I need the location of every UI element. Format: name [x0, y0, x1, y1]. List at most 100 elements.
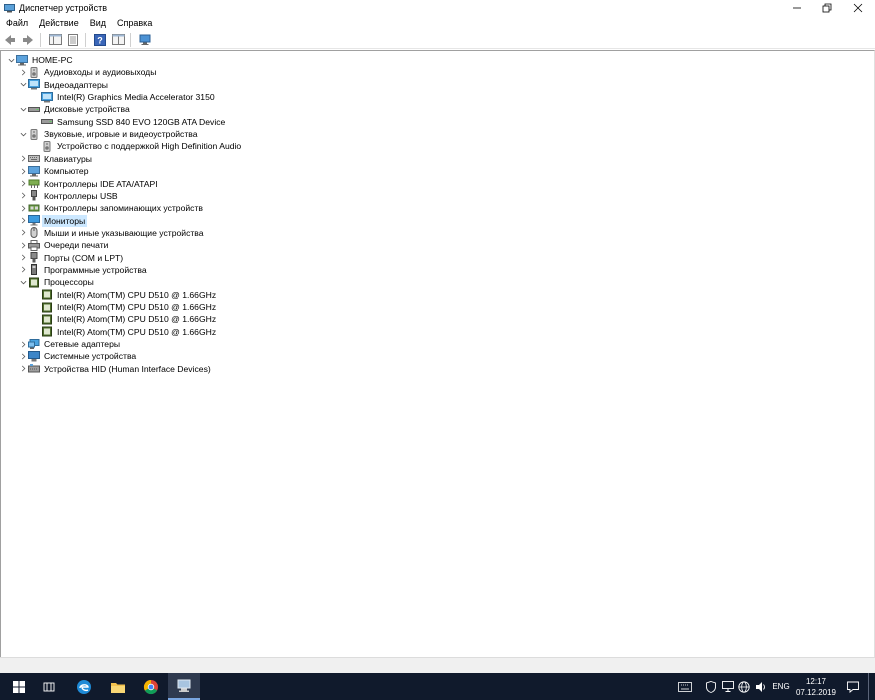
- monitor-icon: [722, 681, 734, 692]
- taskbar-device-manager[interactable]: [168, 673, 200, 700]
- computer-icon: [16, 54, 28, 66]
- tray-volume[interactable]: [753, 673, 769, 700]
- chevron-right-icon[interactable]: [18, 178, 28, 190]
- tree-category[interactable]: Очереди печати: [18, 239, 110, 251]
- task-view-button[interactable]: [38, 673, 60, 700]
- edge-icon: [77, 679, 91, 694]
- arrow-left-icon: [5, 34, 15, 45]
- tree-category[interactable]: Компьютер: [18, 165, 90, 177]
- start-button[interactable]: [8, 673, 30, 700]
- chevron-right-icon[interactable]: [18, 252, 28, 264]
- tree-item-label: Контроллеры IDE ATA/ATAPI: [44, 178, 158, 189]
- tree-device[interactable]: Устройство с поддержкой High Definition …: [31, 140, 243, 152]
- show-hide-console-tree-button[interactable]: [47, 32, 63, 48]
- tray-network[interactable]: [736, 673, 752, 700]
- tree-category[interactable]: Контроллеры USB: [18, 190, 120, 202]
- tree-category[interactable]: Процессоры: [18, 276, 96, 288]
- taskbar-edge[interactable]: [72, 673, 96, 700]
- tree-category[interactable]: Устройства HID (Human Interface Devices): [18, 363, 213, 375]
- chevron-right-icon[interactable]: [18, 350, 28, 362]
- chevron-right-icon[interactable]: [18, 239, 28, 251]
- chevron-right-icon[interactable]: [18, 165, 28, 177]
- status-bar: [0, 657, 875, 673]
- tree-category[interactable]: Контроллеры IDE ATA/ATAPI: [18, 178, 160, 190]
- minimize-button[interactable]: [782, 0, 812, 16]
- restore-button[interactable]: [812, 0, 842, 16]
- chevron-down-icon[interactable]: [18, 128, 28, 140]
- chevron-right-icon[interactable]: [18, 338, 28, 350]
- tree-device[interactable]: Intel(R) Atom(TM) CPU D510 @ 1.66GHz: [31, 326, 218, 338]
- taskbar-file-explorer[interactable]: [106, 673, 130, 700]
- chevron-right-icon[interactable]: [18, 363, 28, 375]
- view-details-button[interactable]: [110, 32, 126, 48]
- mouse-icon: [28, 227, 40, 239]
- show-desktop-button[interactable]: [868, 673, 873, 700]
- menu-view[interactable]: Вид: [84, 18, 111, 28]
- tree-item-label: Samsung SSD 840 EVO 120GB ATA Device: [57, 116, 226, 127]
- chevron-right-icon[interactable]: [18, 227, 28, 239]
- menu-action[interactable]: Действие: [33, 18, 84, 28]
- tree-item-label: Компьютер: [44, 166, 89, 177]
- tree-category[interactable]: Мониторы: [18, 214, 88, 227]
- tree-item-label: Устройства HID (Human Interface Devices): [44, 363, 211, 374]
- tree-item-label: Устройство с поддержкой High Definition …: [57, 141, 242, 152]
- tree-category[interactable]: Клавиатуры: [18, 153, 94, 165]
- tree-item-label: Видеоадаптеры: [44, 79, 108, 90]
- display-adapter-icon: [28, 79, 40, 90]
- minimize-icon: [793, 7, 801, 9]
- chevron-down-icon[interactable]: [18, 79, 28, 91]
- action-center-button[interactable]: [845, 673, 861, 700]
- tree-category[interactable]: Мыши и иные указывающие устройства: [18, 227, 206, 239]
- tray-display[interactable]: [720, 673, 736, 700]
- tree-device[interactable]: Intel(R) Atom(TM) CPU D510 @ 1.66GHz: [31, 301, 218, 313]
- chevron-right-icon[interactable]: [18, 264, 28, 276]
- tree-device[interactable]: Samsung SSD 840 EVO 120GB ATA Device: [31, 116, 227, 128]
- chevron-right-icon[interactable]: [18, 215, 28, 227]
- tree-category[interactable]: Аудиовходы и аудиовыходы: [18, 66, 158, 78]
- tree-root[interactable]: HOME-PC: [6, 54, 75, 66]
- tree-item-label: Контроллеры USB: [44, 190, 118, 201]
- chevron-right-icon[interactable]: [18, 153, 28, 165]
- system-device-icon: [28, 350, 40, 362]
- chevron-right-icon[interactable]: [18, 190, 28, 202]
- chevron-down-icon[interactable]: [6, 54, 16, 66]
- chevron-right-icon[interactable]: [18, 66, 28, 78]
- chevron-down-icon[interactable]: [18, 276, 28, 288]
- tree-device[interactable]: Intel(R) Atom(TM) CPU D510 @ 1.66GHz: [31, 313, 218, 325]
- tree-category[interactable]: Видеоадаптеры: [18, 79, 110, 91]
- chevron-right-icon[interactable]: [18, 202, 28, 214]
- taskbar: ENG 12:17 07.12.2019: [0, 673, 875, 700]
- taskbar-chrome[interactable]: [139, 673, 163, 700]
- menu-help[interactable]: Справка: [111, 18, 157, 28]
- tree-category[interactable]: Звуковые, игровые и видеоустройства: [18, 128, 200, 140]
- tray-defender[interactable]: [703, 673, 719, 700]
- properties-button[interactable]: [65, 32, 81, 48]
- tree-item-label: Мониторы: [42, 214, 88, 227]
- details-view-icon: [111, 34, 125, 45]
- menu-file[interactable]: Файл: [0, 18, 33, 28]
- tree-category[interactable]: Сетевые адаптеры: [18, 338, 122, 350]
- tray-keyboard[interactable]: [676, 673, 694, 700]
- hid-icon: [28, 363, 40, 374]
- tree-device[interactable]: Intel(R) Graphics Media Accelerator 3150: [31, 91, 217, 103]
- back-button[interactable]: [2, 32, 18, 48]
- tree-device[interactable]: Intel(R) Atom(TM) CPU D510 @ 1.66GHz: [31, 289, 218, 301]
- input-language-indicator[interactable]: ENG: [770, 673, 792, 700]
- tree-category[interactable]: Контроллеры запоминающих устройств: [18, 202, 205, 214]
- close-button[interactable]: [843, 0, 873, 16]
- tree-category[interactable]: Программные устройства: [18, 264, 149, 276]
- chevron-down-icon[interactable]: [18, 103, 28, 115]
- clock[interactable]: 12:17 07.12.2019: [792, 676, 840, 698]
- scan-hardware-button[interactable]: [137, 32, 153, 48]
- tree-category[interactable]: Порты (COM и LPT): [18, 252, 125, 264]
- tree-category[interactable]: Дисковые устройства: [18, 103, 132, 115]
- help-button[interactable]: ?: [92, 32, 108, 48]
- tree-category[interactable]: Системные устройства: [18, 350, 138, 362]
- arrow-right-icon: [23, 34, 33, 45]
- forward-button[interactable]: [20, 32, 36, 48]
- monitor-icon: [28, 215, 40, 226]
